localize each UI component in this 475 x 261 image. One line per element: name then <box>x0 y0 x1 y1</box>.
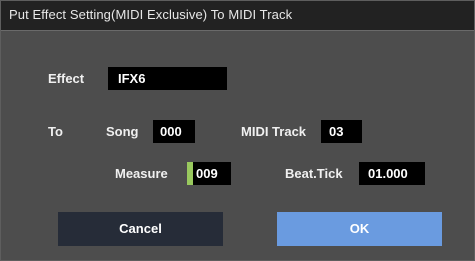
ok-button[interactable]: OK <box>277 212 442 246</box>
dialog-title-bar: Put Effect Setting(MIDI Exclusive) To MI… <box>1 1 474 31</box>
effect-value: IFX6 <box>118 71 146 86</box>
effect-label: Effect <box>48 71 85 86</box>
midi-track-field[interactable]: 03 <box>321 120 362 143</box>
measure-field[interactable]: 009 <box>187 162 231 185</box>
measure-label: Measure <box>115 166 168 181</box>
dialog-title: Put Effect Setting(MIDI Exclusive) To MI… <box>9 7 293 22</box>
put-effect-setting-dialog: Put Effect Setting(MIDI Exclusive) To MI… <box>0 0 475 261</box>
song-label: Song <box>106 124 139 139</box>
effect-field[interactable]: IFX6 <box>108 67 227 90</box>
beat-tick-label: Beat.Tick <box>285 166 343 181</box>
cancel-button[interactable]: Cancel <box>58 212 223 246</box>
midi-track-value: 03 <box>329 124 344 139</box>
song-value: 000 <box>160 124 182 139</box>
midi-track-label: MIDI Track <box>241 124 307 139</box>
beat-tick-field[interactable]: 01.000 <box>359 162 425 185</box>
to-label: To <box>48 124 63 139</box>
song-field[interactable]: 000 <box>153 120 195 143</box>
measure-value: 009 <box>196 166 218 181</box>
beat-tick-value: 01.000 <box>368 166 408 181</box>
